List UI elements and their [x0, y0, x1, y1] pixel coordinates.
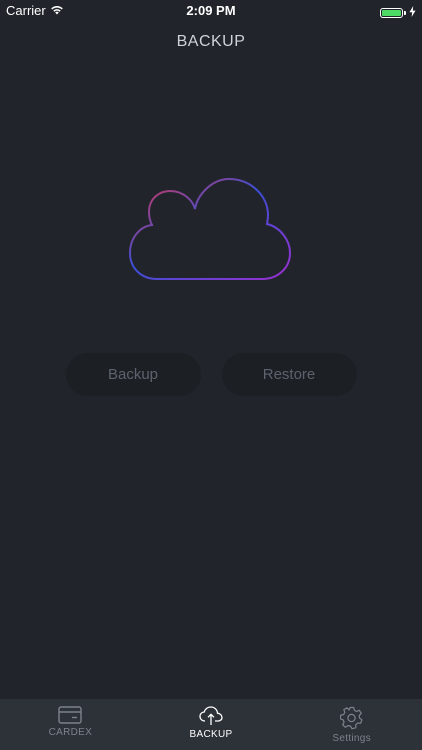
- tab-label-settings: Settings: [332, 733, 371, 744]
- tab-bar: CARDEX BACKUP Settings: [0, 699, 422, 750]
- tab-settings[interactable]: Settings: [281, 699, 422, 750]
- cloud-icon: [128, 177, 292, 280]
- restore-button[interactable]: Restore: [221, 353, 357, 396]
- card-icon: [58, 706, 83, 724]
- backup-button[interactable]: Backup: [65, 353, 201, 396]
- tab-cardex[interactable]: CARDEX: [0, 699, 141, 750]
- battery-icon: [380, 7, 403, 18]
- cloud-illustration: [125, 174, 295, 286]
- battery-cap: [404, 10, 406, 15]
- backup-actions: Backup Restore: [0, 353, 422, 396]
- tab-label-cardex: CARDEX: [48, 727, 93, 738]
- charging-bolt-icon: [409, 5, 416, 20]
- page-title: BACKUP: [176, 33, 246, 50]
- tab-label-backup: BACKUP: [189, 729, 233, 740]
- battery-indicator: [380, 5, 416, 20]
- tab-backup[interactable]: BACKUP: [141, 699, 282, 750]
- status-time: 2:09 PM: [186, 3, 236, 18]
- cloud-upload-icon: [199, 706, 223, 726]
- status-bar: Carrier 2:09 PM: [0, 0, 422, 22]
- battery-fill: [382, 9, 401, 16]
- gear-icon: [339, 706, 364, 730]
